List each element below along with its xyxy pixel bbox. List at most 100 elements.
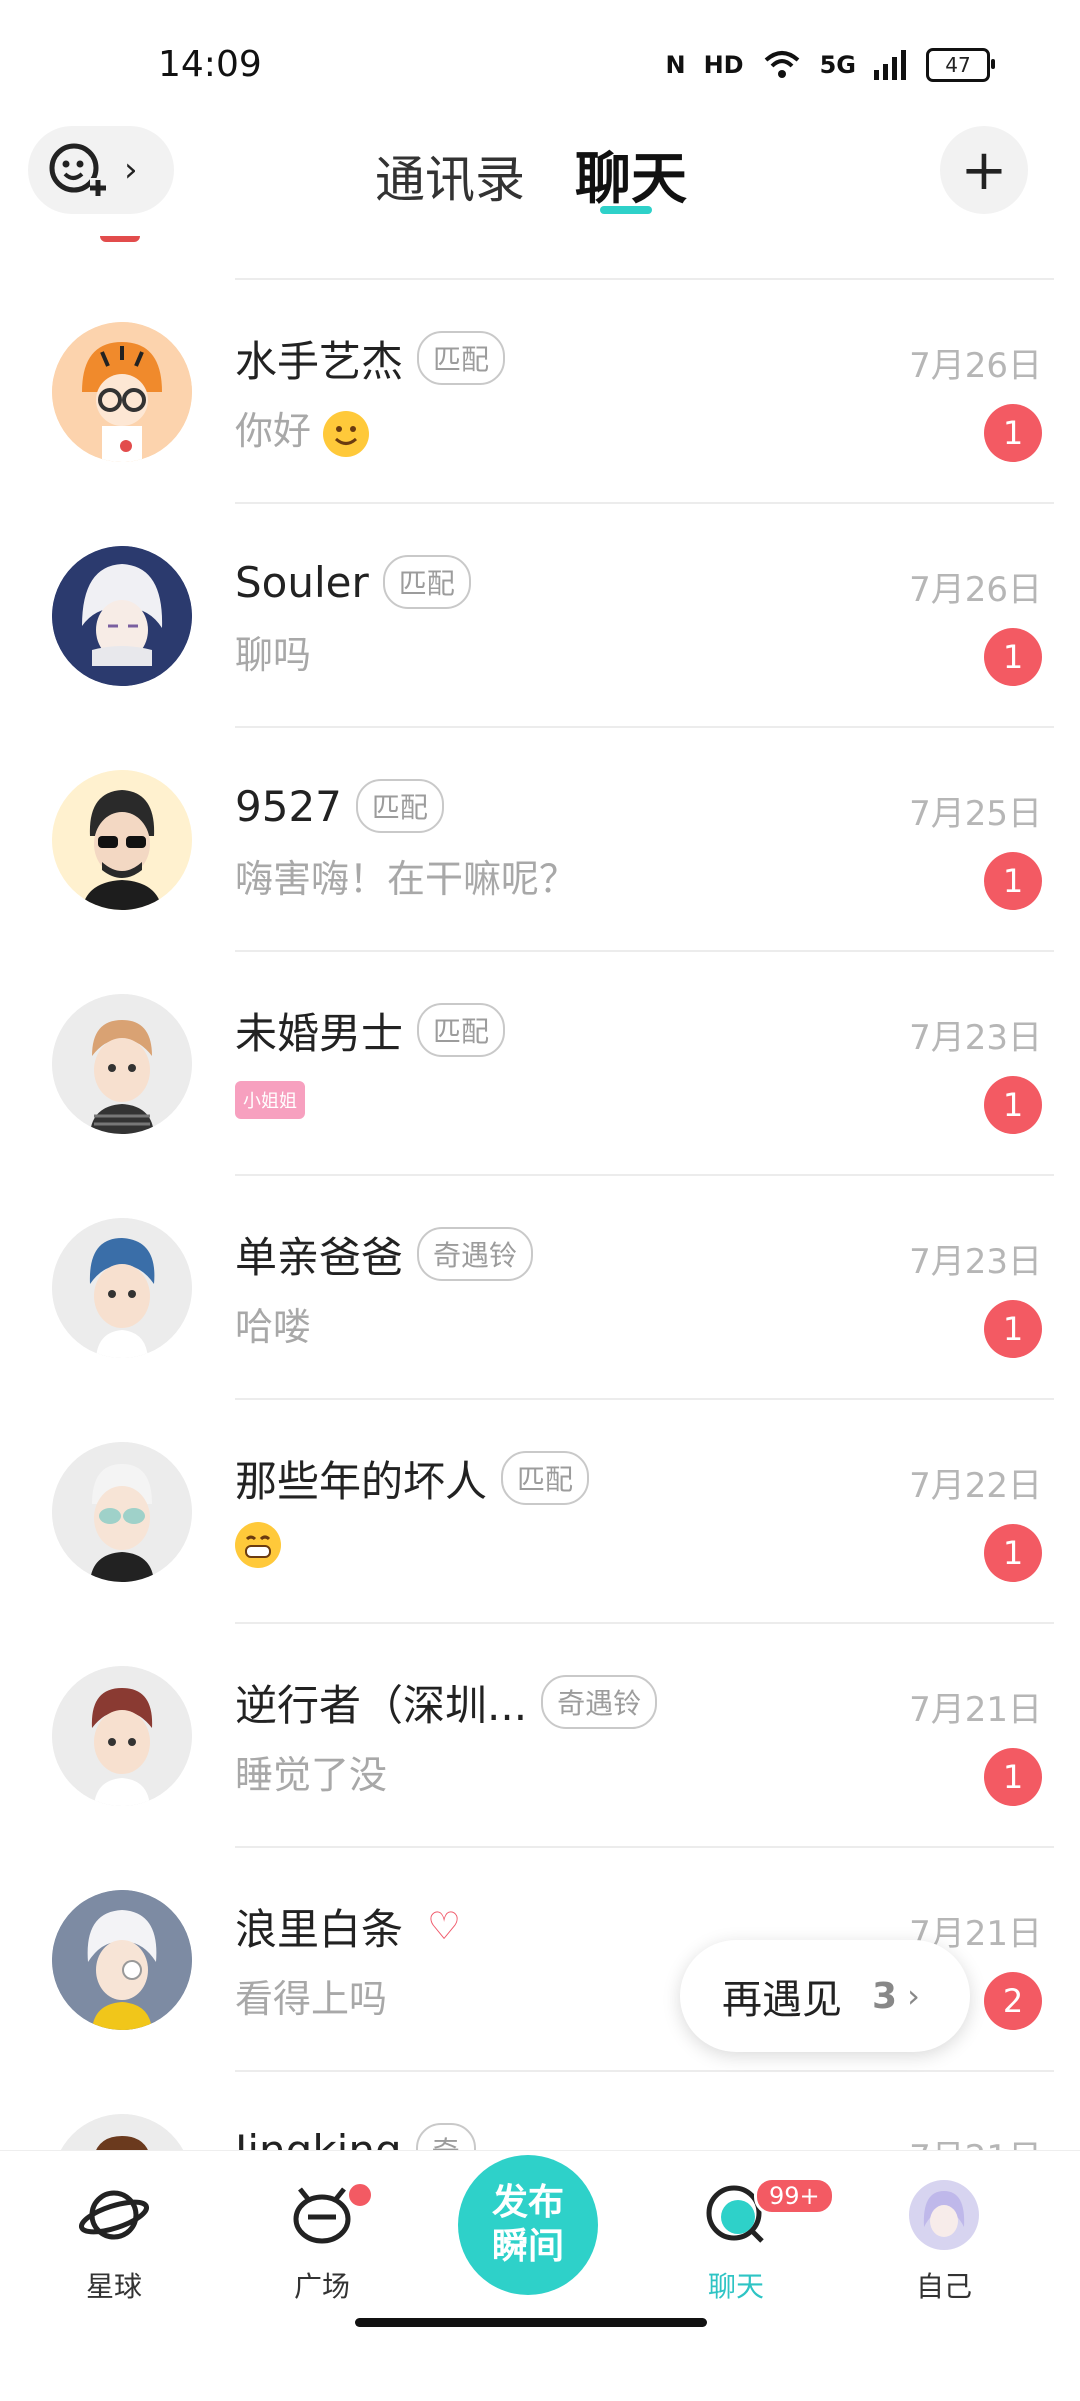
unread-badge: 2 (984, 1972, 1042, 2030)
white-hair-avatar-icon (52, 546, 192, 686)
mood-button[interactable]: › (28, 126, 174, 214)
message-preview: 小姐姐 (235, 1072, 305, 1119)
unread-badge: 1 (984, 852, 1042, 910)
chat-list[interactable]: 水手艺杰 匹配 7月26日 你好 1 Souler 匹配 7月26日 聊吗 1 … (0, 236, 1080, 2156)
tiger-avatar-icon (52, 322, 192, 462)
chevron-right-icon: › (907, 1977, 920, 2015)
unread-badge: 1 (984, 1300, 1042, 1358)
battery-level: 47 (945, 53, 971, 77)
publish-moment-button[interactable]: 发布 瞬间 (458, 2155, 598, 2295)
red-hair-avatar-icon (52, 1666, 192, 1806)
unread-badge: 1 (984, 1748, 1042, 1806)
planet-icon (78, 2190, 150, 2240)
unread-badge: 1 (984, 628, 1042, 686)
message-preview: 聊吗 (235, 633, 312, 677)
nfc-icon: N (665, 51, 686, 79)
chat-row[interactable]: Jingking 奇 7月21日 (0, 2072, 1080, 2156)
bottom-nav: 星球 广场 发布 瞬间 99+ 聊天 自己 (0, 2150, 1080, 2401)
chat-date: 7月23日 (909, 1018, 1042, 1058)
hd-icon: HD (703, 51, 744, 79)
network-icon: 5G (819, 51, 856, 79)
chat-row[interactable]: 水手艺杰 匹配 7月26日 你好 1 (0, 280, 1080, 502)
match-tag: 匹配 (417, 331, 506, 385)
chat-row[interactable]: 逆行者（深圳... 奇遇铃 7月21日 睡觉了没 1 (0, 1624, 1080, 1846)
message-preview: 哈喽 (235, 1305, 312, 1349)
chat-row[interactable]: 9527 匹配 7月25日 嗨害嗨！在干嘛呢？ 1 (0, 728, 1080, 950)
contact-name: 单亲爸爸 (235, 1232, 404, 1282)
unread-count-badge: 99+ (754, 2177, 835, 2215)
message-preview: 睡觉了没 (235, 1753, 388, 1797)
avatar[interactable] (52, 1890, 192, 2030)
boy-avatar-icon (52, 994, 192, 1134)
chat-date: 7月26日 (909, 570, 1042, 610)
contact-name: 水手艺杰 (235, 336, 404, 386)
nav-label: 广场 (293, 2270, 350, 2303)
publish-line-2: 瞬间 (491, 2226, 564, 2267)
chat-row[interactable]: Souler 匹配 7月26日 聊吗 1 (0, 504, 1080, 726)
avatar[interactable] (52, 322, 192, 462)
chat-row[interactable]: 单亲爸爸 奇遇铃 7月23日 哈喽 1 (0, 1176, 1080, 1398)
active-tab-indicator (600, 206, 652, 214)
tab-chat[interactable]: 聊天 (575, 134, 687, 215)
match-tag: 匹配 (501, 1451, 590, 1505)
contact-name: Souler (235, 557, 369, 607)
match-tag: 匹配 (355, 779, 444, 833)
heart-icon: ♡ (427, 1904, 462, 1948)
profile-avatar-icon (909, 2180, 979, 2250)
sunglasses-avatar-icon (52, 770, 192, 910)
sticker-preview: 小姐姐 (235, 1081, 305, 1119)
message-preview: 嗨害嗨！在干嘛呢？ (235, 857, 578, 901)
nav-label: 自己 (915, 2270, 972, 2303)
contact-name: 9527 (235, 781, 342, 831)
message-preview (235, 1520, 281, 1568)
meet-again-count: 3 (872, 1975, 898, 2017)
unread-badge: 1 (984, 1076, 1042, 1134)
unread-badge: 1 (984, 404, 1042, 462)
chevron-right-icon: › (124, 150, 138, 190)
nav-label: 星球 (85, 2270, 142, 2303)
nav-profile[interactable]: 自己 (884, 2177, 1004, 2305)
chat-row[interactable]: 那些年的坏人 匹配 7月22日 1 (0, 1400, 1080, 1622)
encounter-tag: 奇遇铃 (417, 1227, 534, 1281)
avatar[interactable] (52, 770, 192, 910)
eyepatch-avatar-icon (52, 1890, 192, 2030)
nav-chat[interactable]: 99+ 聊天 (676, 2177, 835, 2305)
notification-dot (346, 2181, 374, 2209)
wifi-icon (764, 51, 799, 78)
battery-icon: 47 (926, 48, 995, 82)
contact-name: 那些年的坏人 (235, 1456, 488, 1506)
chat-date: 7月23日 (909, 1242, 1042, 1282)
chat-row[interactable]: 未婚男士 匹配 7月23日 小姐姐 1 (0, 952, 1080, 1174)
match-tag: 匹配 (417, 1003, 506, 1057)
grin-emoji-icon (235, 1521, 281, 1568)
chat-date: 7月22日 (909, 1466, 1042, 1506)
avatar[interactable] (52, 1218, 192, 1358)
nav-planet[interactable]: 星球 (54, 2177, 174, 2305)
chat-date: 7月26日 (909, 346, 1042, 386)
tab-contacts[interactable]: 通讯录 (375, 140, 525, 212)
smile-emoji-icon (323, 410, 370, 457)
match-tag: 匹配 (382, 555, 471, 609)
meet-again-label: 再遇见 (722, 1977, 842, 2023)
unread-badge: 1 (984, 1524, 1042, 1582)
contact-name: 逆行者（深圳... (235, 1680, 528, 1730)
chat-date: 7月25日 (909, 794, 1042, 834)
signal-icon (874, 50, 906, 80)
meet-again-button[interactable]: 再遇见 3 › (680, 1940, 970, 2052)
avatar[interactable] (52, 1442, 192, 1582)
status-icons: N HD 5G 47 (665, 48, 995, 82)
avatar[interactable] (52, 1666, 192, 1806)
avatar[interactable] (52, 546, 192, 686)
blue-hair-avatar-icon (52, 1218, 192, 1358)
message-preview: 你好 (235, 400, 370, 457)
encounter-tag: 奇遇铃 (541, 1675, 658, 1729)
home-indicator (355, 2318, 707, 2327)
preview-text: 你好 (235, 409, 312, 453)
nav-square[interactable]: 广场 (262, 2177, 382, 2305)
add-button[interactable]: + (940, 126, 1028, 214)
avatar[interactable] (52, 994, 192, 1134)
publish-line-1: 发布 (491, 2182, 564, 2223)
partial-avatar (100, 236, 140, 242)
chat-date: 7月21日 (909, 1690, 1042, 1730)
glasses-avatar-icon (52, 1442, 192, 1582)
